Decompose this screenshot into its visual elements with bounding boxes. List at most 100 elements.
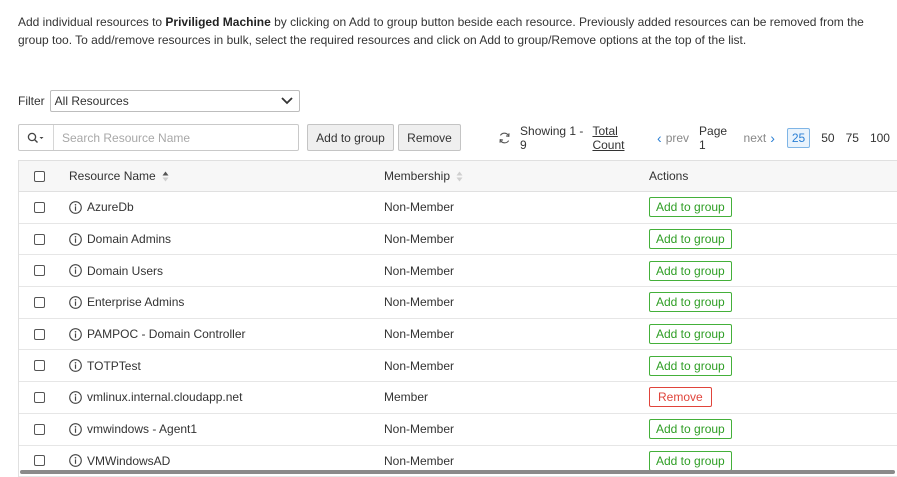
filter-selected-value: All Resources [54, 94, 129, 108]
membership-cell: Member [384, 390, 429, 405]
instructions-part1: Add individual resources to [18, 15, 166, 29]
row-add-to-group-button[interactable]: Add to group [649, 324, 732, 345]
row-add-to-group-button[interactable]: Add to group [649, 292, 732, 313]
search-input[interactable] [54, 125, 298, 150]
page-size-100[interactable]: 100 [870, 131, 890, 145]
horizontal-scrollbar[interactable] [20, 470, 895, 474]
row-add-to-group-button[interactable]: Add to group [649, 450, 732, 471]
membership-cell: Non-Member [384, 200, 455, 215]
resource-name-cell: TOTPTest [69, 350, 141, 381]
toolbar: Add to group Remove Showing 1 - 9 Total … [18, 124, 890, 152]
membership-cell: Non-Member [384, 358, 455, 373]
info-icon[interactable] [69, 200, 82, 214]
total-count-link[interactable]: Total Count [592, 124, 649, 152]
header-membership[interactable]: Membership [384, 161, 463, 191]
resource-name: TOTPTest [87, 358, 141, 373]
membership-cell: Non-Member [384, 295, 455, 310]
resource-name-cell: Enterprise Admins [69, 287, 184, 318]
row-checkbox[interactable] [34, 265, 45, 277]
info-icon[interactable] [69, 359, 82, 373]
row-checkbox[interactable] [34, 328, 45, 340]
row-add-to-group-button[interactable]: Add to group [649, 355, 732, 376]
row-add-to-group-button[interactable]: Add to group [649, 260, 732, 281]
page-size-25[interactable]: 25 [786, 127, 811, 148]
row-check-cell [34, 414, 45, 445]
resource-name: vmwindows - Agent1 [87, 422, 198, 437]
search-icon [27, 132, 44, 143]
filter-label: Filter [18, 94, 45, 108]
membership-cell: Non-Member [384, 263, 455, 278]
sort-asc-icon [162, 171, 169, 182]
action-cell: Remove [649, 382, 712, 413]
row-add-to-group-button[interactable]: Add to group [649, 229, 732, 250]
row-check-cell [34, 192, 45, 223]
row-remove-button[interactable]: Remove [649, 387, 712, 408]
resource-name-cell: PAMPOC - Domain Controller [69, 319, 245, 350]
row-add-to-group-button[interactable]: Add to group [649, 197, 732, 218]
resource-name: Domain Admins [87, 232, 172, 247]
prev-label: prev [665, 130, 690, 145]
table-row: TOTPTest Non-Member Add to group [19, 350, 897, 383]
table-row: AzureDb Non-Member Add to group [19, 192, 897, 224]
row-checkbox[interactable] [34, 360, 45, 372]
row-checkbox[interactable] [34, 391, 45, 403]
resource-name: PAMPOC - Domain Controller [87, 327, 246, 342]
select-all-cell [34, 161, 45, 191]
remove-button[interactable]: Remove [398, 124, 461, 151]
page-size-75[interactable]: 75 [846, 131, 859, 145]
resource-name-cell: Domain Users [69, 255, 163, 286]
action-cell: Add to group [649, 287, 732, 318]
chevron-left-icon: ‹ [657, 129, 662, 146]
action-cell: Add to group [649, 319, 732, 350]
next-label: next [743, 130, 767, 145]
action-cell: Add to group [649, 192, 732, 223]
pager: Showing 1 - 9 Total Count ‹ prev Page 1 n… [498, 124, 890, 152]
resource-name: Enterprise Admins [87, 295, 185, 310]
row-checkbox[interactable] [34, 233, 45, 245]
row-check-cell [34, 382, 45, 413]
row-checkbox[interactable] [34, 423, 45, 435]
table-body: AzureDb Non-Member Add to group Domain Admi… [19, 192, 897, 477]
row-add-to-group-button[interactable]: Add to group [649, 419, 732, 440]
info-icon[interactable] [69, 422, 82, 436]
select-all-checkbox[interactable] [34, 170, 45, 182]
table-row: vmwindows - Agent1 Non-Member Add to group [19, 413, 897, 446]
info-icon[interactable] [69, 327, 82, 341]
info-icon[interactable] [69, 391, 82, 404]
add-to-group-button[interactable]: Add to group [307, 124, 394, 151]
action-cell: Add to group [649, 224, 732, 255]
info-icon[interactable] [69, 264, 82, 278]
refresh-icon[interactable] [498, 131, 511, 145]
info-icon[interactable] [69, 232, 82, 246]
table-row: vmlinux.internal.cloudapp.net Member Remov… [19, 382, 897, 414]
filter-dropdown[interactable]: All Resources [49, 90, 300, 112]
page-size-50[interactable]: 50 [821, 131, 834, 145]
row-checkbox[interactable] [34, 455, 45, 467]
header-resource-name[interactable]: Resource Name [69, 161, 169, 191]
table-row: PAMPOC - Domain Controller Non-Member Add … [19, 318, 897, 351]
action-cell: Add to group [649, 350, 732, 381]
resource-name-cell: vmwindows - Agent1 [69, 414, 197, 445]
row-check-cell [34, 350, 45, 381]
table-row: Domain Admins Non-Member Add to group [19, 223, 897, 256]
sort-icon [456, 171, 463, 182]
row-checkbox[interactable] [34, 296, 45, 308]
header-membership-label: Membership [384, 169, 451, 183]
prev-page-button[interactable]: ‹ prev [657, 130, 689, 146]
next-page-button[interactable]: next › [744, 130, 775, 146]
info-icon[interactable] [69, 454, 82, 468]
resource-name: AzureDb [87, 200, 134, 215]
resource-name: Domain Users [87, 263, 164, 278]
search-box [18, 124, 299, 151]
header-actions: Actions [649, 169, 689, 183]
info-icon[interactable] [69, 296, 82, 309]
resource-name-cell: Domain Admins [69, 224, 171, 255]
row-checkbox[interactable] [34, 201, 45, 213]
resource-name: VMWindowsAD [87, 453, 171, 468]
header-resource-name-label: Resource Name [69, 169, 156, 183]
membership-cell: Non-Member [384, 232, 455, 247]
resource-name-cell: AzureDb [69, 192, 134, 223]
search-options-button[interactable] [19, 125, 54, 150]
row-check-cell [34, 224, 45, 255]
action-cell: Add to group [649, 255, 732, 286]
